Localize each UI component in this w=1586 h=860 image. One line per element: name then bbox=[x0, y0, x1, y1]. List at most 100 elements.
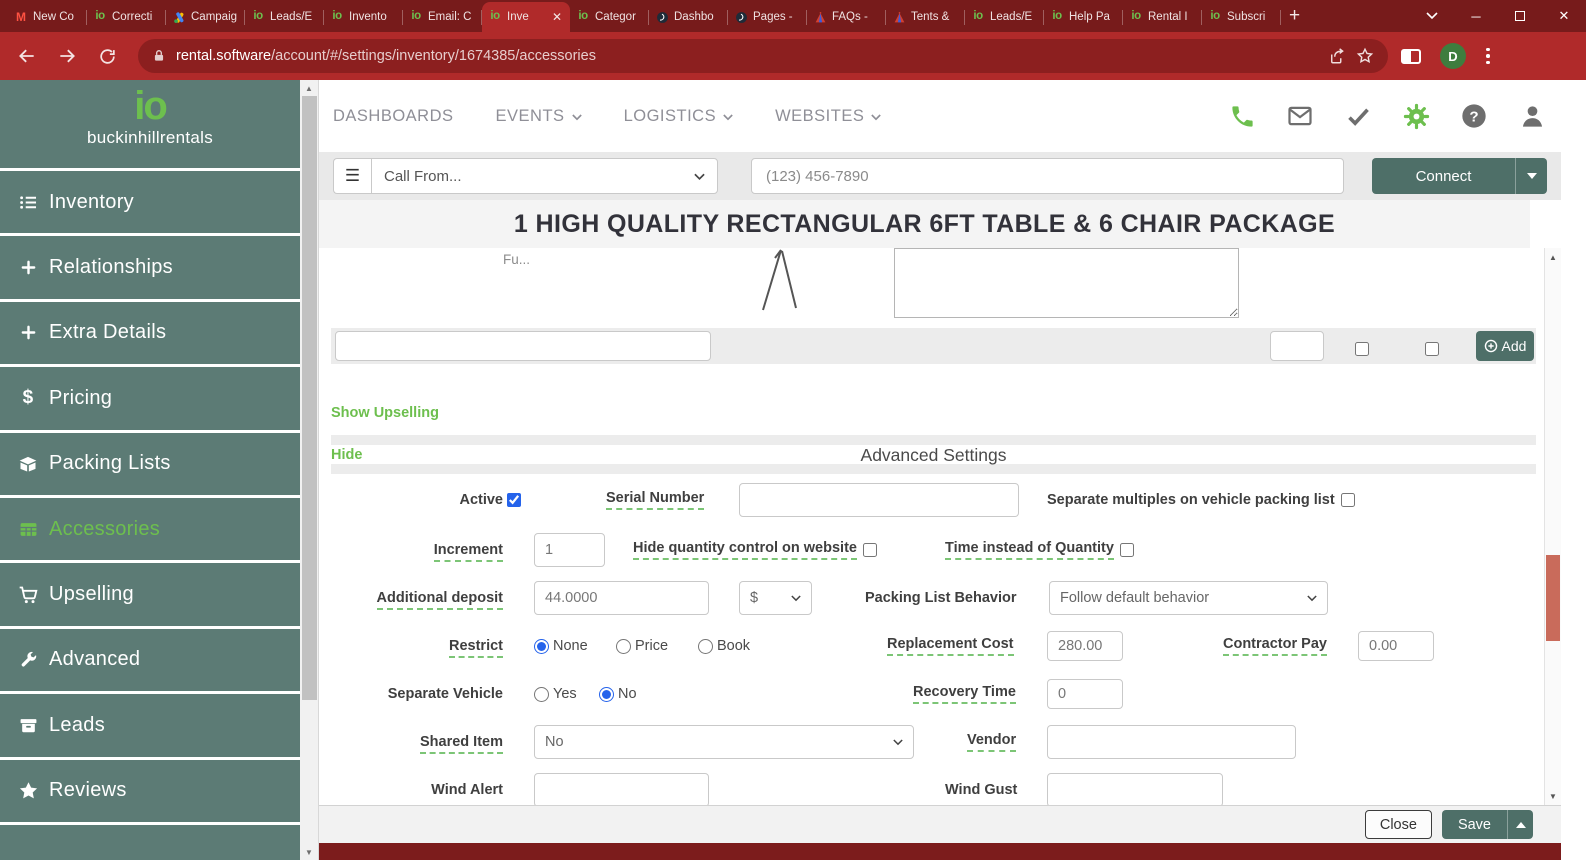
separate-multiples-checkbox[interactable] bbox=[1340, 493, 1355, 507]
sidebar-item-extra-details[interactable]: Extra Details bbox=[0, 298, 300, 364]
sidebar-item-partial[interactable] bbox=[0, 821, 300, 860]
user-icon[interactable] bbox=[1518, 102, 1546, 130]
reload-icon[interactable] bbox=[90, 39, 124, 73]
connect-button[interactable]: Connect bbox=[1372, 158, 1515, 194]
gear-icon[interactable] bbox=[1402, 102, 1430, 130]
additional-deposit-input[interactable] bbox=[534, 581, 709, 615]
replacement-cost-label: Replacement Cost bbox=[887, 636, 1014, 656]
sidebar-item-inventory[interactable]: Inventory bbox=[0, 168, 300, 233]
hamburger-icon[interactable]: ☰ bbox=[333, 158, 371, 194]
nav-dashboards[interactable]: DASHBOARDS bbox=[333, 107, 454, 126]
sidebar-item-relationships[interactable]: Relationships bbox=[0, 233, 300, 298]
browser-tab[interactable]: io Subscri bbox=[1202, 2, 1281, 32]
sidebar-item-pricing[interactable]: $ Pricing bbox=[0, 364, 300, 429]
sidebar-item-packing-lists[interactable]: Packing Lists bbox=[0, 429, 300, 495]
browser-menu-icon[interactable] bbox=[1478, 47, 1498, 65]
browser-window: M New Co io Correcti Campaig io Leads/E io I… bbox=[0, 0, 1586, 860]
nav-websites[interactable]: WEBSITES bbox=[775, 107, 882, 126]
sidebar-scrollbar-thumb[interactable] bbox=[301, 96, 317, 700]
close-window-button[interactable]: ✕ bbox=[1542, 0, 1586, 32]
restrict-book-radio[interactable] bbox=[698, 638, 713, 654]
sidebar-item-accessories[interactable]: Accessories bbox=[0, 494, 300, 560]
scroll-up-icon[interactable]: ▲ bbox=[1545, 250, 1561, 264]
browser-tab[interactable]: Tents & bbox=[886, 2, 965, 32]
connect-dropdown-button[interactable] bbox=[1515, 158, 1547, 194]
accessory-qty-input[interactable] bbox=[1270, 331, 1324, 361]
phone-number-input[interactable] bbox=[751, 158, 1344, 194]
show-upselling-link[interactable]: Show Upselling bbox=[331, 405, 439, 421]
phone-icon[interactable] bbox=[1228, 102, 1256, 130]
close-button[interactable]: Close bbox=[1364, 810, 1432, 839]
vendor-input[interactable] bbox=[1047, 725, 1296, 759]
browser-tab[interactable]: Pages - bbox=[728, 2, 807, 32]
maximize-button[interactable] bbox=[1498, 0, 1542, 32]
sidebar-item-upselling[interactable]: Upselling bbox=[0, 560, 300, 625]
browser-tab[interactable]: io Invento bbox=[324, 2, 403, 32]
sidebar-scrollbar[interactable]: ▲ ▼ bbox=[300, 80, 318, 860]
side-panel-icon[interactable] bbox=[1394, 39, 1428, 73]
replacement-cost-input[interactable] bbox=[1047, 631, 1123, 661]
active-label: Active bbox=[459, 492, 503, 508]
main-scrollbar-thumb[interactable] bbox=[1546, 555, 1560, 641]
browser-tab[interactable]: FAQs - bbox=[807, 2, 886, 32]
recovery-time-input[interactable] bbox=[1047, 679, 1123, 709]
browser-tab[interactable]: io Rental I bbox=[1123, 2, 1202, 32]
sidebar-item-advanced[interactable]: Advanced bbox=[0, 625, 300, 691]
browser-tab-active[interactable]: io Inve ✕ bbox=[482, 2, 570, 32]
save-button[interactable]: Save bbox=[1441, 810, 1507, 839]
call-from-select[interactable]: Call From... bbox=[371, 158, 718, 194]
scroll-down-icon[interactable]: ▼ bbox=[300, 844, 318, 860]
tab-close-icon[interactable]: ✕ bbox=[550, 10, 564, 24]
time-instead-checkbox[interactable] bbox=[1119, 543, 1134, 557]
add-button[interactable]: Add bbox=[1476, 331, 1534, 361]
shared-item-select[interactable]: No bbox=[534, 725, 914, 759]
sidebar-item-reviews[interactable]: Reviews bbox=[0, 756, 300, 822]
separate-vehicle-no-radio[interactable] bbox=[599, 686, 614, 702]
forward-icon[interactable] bbox=[50, 39, 84, 73]
tab-search-chevron-icon[interactable] bbox=[1410, 0, 1454, 32]
serial-number-input[interactable] bbox=[739, 483, 1019, 517]
browser-tab[interactable]: io Leads/E bbox=[965, 2, 1044, 32]
sidebar-item-leads[interactable]: Leads bbox=[0, 691, 300, 756]
accessory-checkbox-1[interactable] bbox=[1355, 342, 1369, 356]
accessory-name-input[interactable] bbox=[335, 331, 711, 361]
increment-input[interactable] bbox=[534, 533, 605, 567]
currency-select[interactable]: $ bbox=[739, 581, 812, 615]
nav-events[interactable]: EVENTS bbox=[496, 107, 582, 126]
share-icon[interactable] bbox=[1328, 47, 1346, 65]
bookmark-star-icon[interactable] bbox=[1356, 47, 1374, 65]
back-icon[interactable] bbox=[10, 39, 44, 73]
browser-tab[interactable]: io Email: C bbox=[403, 2, 482, 32]
wind-gust-input[interactable] bbox=[1047, 773, 1223, 807]
scroll-down-icon[interactable]: ▼ bbox=[1545, 789, 1561, 803]
hide-qty-checkbox[interactable] bbox=[862, 543, 877, 557]
browser-tab[interactable]: io Leads/E bbox=[245, 2, 324, 32]
contractor-pay-input[interactable] bbox=[1358, 631, 1434, 661]
wind-alert-input[interactable] bbox=[534, 773, 709, 807]
help-icon[interactable]: ? bbox=[1460, 102, 1488, 130]
envelope-icon[interactable] bbox=[1286, 102, 1314, 130]
save-dropdown-button[interactable] bbox=[1507, 810, 1533, 839]
accessory-description-textarea[interactable] bbox=[894, 248, 1239, 318]
active-checkbox[interactable] bbox=[507, 493, 521, 507]
nav-logistics[interactable]: LOGISTICS bbox=[624, 107, 734, 126]
packing-list-behavior-select[interactable]: Follow default behavior bbox=[1049, 581, 1328, 615]
lock-icon[interactable] bbox=[152, 49, 166, 63]
restrict-none-radio[interactable] bbox=[534, 638, 549, 654]
check-icon[interactable] bbox=[1344, 102, 1372, 130]
browser-tab[interactable]: Dashbo bbox=[649, 2, 728, 32]
accessory-checkbox-2[interactable] bbox=[1425, 342, 1439, 356]
minimize-button[interactable]: ─ bbox=[1454, 0, 1498, 32]
separate-vehicle-yes-radio[interactable] bbox=[534, 686, 549, 702]
browser-tab[interactable]: M New Co bbox=[8, 2, 87, 32]
restrict-price-radio[interactable] bbox=[616, 638, 631, 654]
new-tab-button[interactable]: + bbox=[1289, 5, 1300, 27]
browser-tab[interactable]: io Categor bbox=[570, 2, 649, 32]
browser-tab[interactable]: io Correcti bbox=[87, 2, 166, 32]
main-scrollbar[interactable]: ▲ ▼ bbox=[1544, 248, 1561, 805]
profile-avatar[interactable]: D bbox=[1440, 43, 1466, 69]
browser-tab[interactable]: io Help Pa bbox=[1044, 2, 1123, 32]
browser-tab[interactable]: Campaig bbox=[166, 2, 245, 32]
scroll-up-icon[interactable]: ▲ bbox=[300, 80, 318, 96]
address-bar[interactable]: rental.software/account/#/settings/inven… bbox=[138, 39, 1388, 73]
